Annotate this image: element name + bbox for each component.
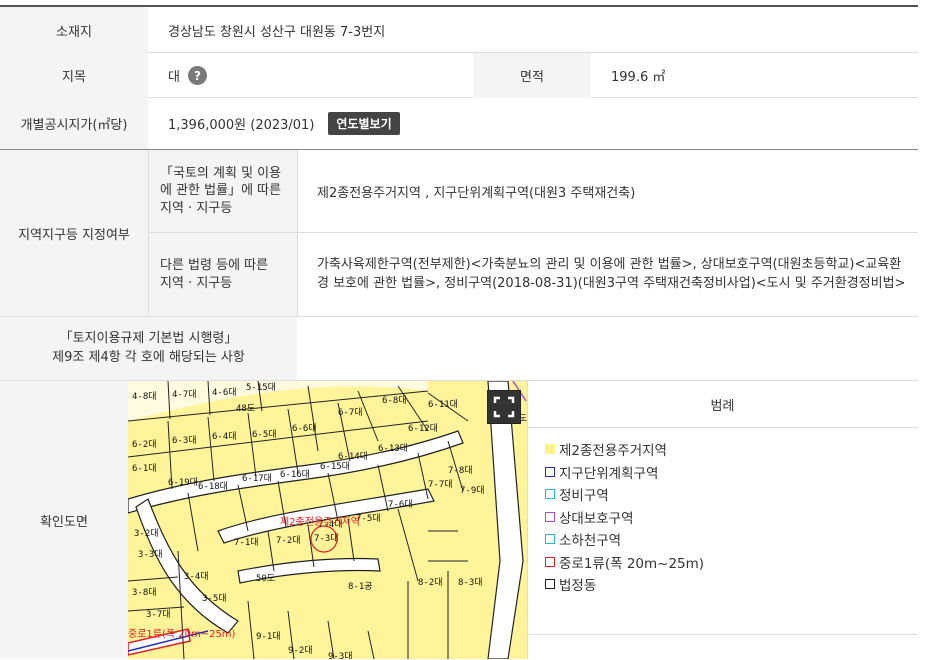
- yearly-view-button[interactable]: 연도별보기: [328, 112, 400, 135]
- zoning-col-divider: [148, 150, 149, 316]
- location-value: 경상남도 창원시 성산구 대원동 7-3번지: [168, 24, 386, 40]
- svg-text:6-3대: 6-3대: [172, 435, 197, 446]
- svg-text:9-3대: 9-3대: [328, 651, 353, 659]
- legend-item-label: 정비구역: [559, 488, 609, 505]
- svg-text:6-7대: 6-7대: [338, 407, 363, 418]
- svg-text:7-3대: 7-3대: [314, 533, 339, 544]
- svg-text:4-6대: 4-6대: [212, 387, 237, 398]
- svg-text:8-3대: 8-3대: [458, 577, 483, 588]
- svg-text:6-11대: 6-11대: [428, 399, 458, 410]
- legend-item-label: 소하천구역: [559, 533, 622, 550]
- legend-item: 소하천구역: [545, 528, 704, 551]
- svg-text:7-8대: 7-8대: [448, 465, 473, 476]
- legend-swatch: [545, 579, 555, 590]
- zoning-other-law-value: 가축사육제한구역(전부제한)<가축분뇨의 관리 및 이용에 관한 법률>, 상대…: [317, 256, 906, 291]
- svg-text:50도: 50도: [256, 574, 275, 584]
- svg-text:중로1류(폭 20m~25m): 중로1류(폭 20m~25m): [128, 628, 236, 640]
- svg-text:7-6대: 7-6대: [388, 499, 413, 510]
- official-price-value: 1,396,000원 (2023/01): [168, 118, 315, 133]
- land-category-value: 대: [168, 70, 180, 85]
- area-label: 면적: [473, 53, 591, 98]
- zoning-other-law-label: 다른 법령 등에 따른 지역 · 지구등: [148, 233, 297, 316]
- land-category-cell: 대 ?: [148, 53, 473, 98]
- svg-text:8-2대: 8-2대: [418, 577, 443, 588]
- legend-list: 제2종전용주거지역 지구단위계획구역 정비구역 상대보호구역 소하천구역 중로1…: [545, 438, 704, 596]
- svg-text:6-2대: 6-2대: [132, 439, 157, 450]
- svg-text:6-6대: 6-6대: [292, 423, 317, 434]
- svg-text:6-18대: 6-18대: [198, 481, 228, 492]
- map-bottom-toolbar: [527, 634, 918, 660]
- cadastral-map-svg: 4-8대 4-7대 4-6대 5-15대 48도 6-7대 6-8대 6-11대 6-2대…: [128, 381, 527, 659]
- svg-text:5-15대: 5-15대: [246, 382, 276, 393]
- svg-text:6-14대: 6-14대: [338, 451, 368, 462]
- svg-text:4-8대: 4-8대: [132, 391, 157, 402]
- svg-text:6-5대: 6-5대: [252, 429, 277, 440]
- cadastral-map[interactable]: 4-8대 4-7대 4-6대 5-15대 48도 6-7대 6-8대 6-11대 6-2대…: [128, 381, 527, 659]
- map-label: 확인도면: [0, 381, 128, 659]
- legend-item-label: 제2종전용주거지역: [559, 443, 667, 460]
- legend-swatch: [545, 466, 555, 477]
- svg-text:9-1대: 9-1대: [256, 631, 281, 642]
- official-price-label: 개별공시지가(㎡당): [0, 98, 148, 149]
- official-price-cell: 1,396,000원 (2023/01) 연도별보기: [148, 98, 918, 149]
- legend-item: 상대보호구역: [545, 506, 704, 529]
- svg-text:6-17대: 6-17대: [242, 473, 272, 484]
- legend-swatch: [545, 534, 555, 545]
- svg-text:6-19대: 6-19대: [168, 477, 198, 488]
- location-label: 소재지: [0, 7, 148, 53]
- land-category-label: 지목: [0, 53, 148, 98]
- svg-text:3-5대: 3-5대: [202, 593, 227, 604]
- legend-swatch: [545, 556, 555, 567]
- svg-text:4-7대: 4-7대: [172, 389, 197, 400]
- svg-text:3-3대: 3-3대: [138, 549, 163, 560]
- svg-text:7-9대: 7-9대: [460, 485, 485, 496]
- svg-text:48도: 48도: [236, 404, 255, 414]
- svg-text:6-8대: 6-8대: [382, 395, 407, 406]
- legend-item-label: 상대보호구역: [559, 510, 634, 527]
- zoning-label: 지역지구등 지정여부: [0, 150, 148, 316]
- regulation-label: 「토지이용규제 기본법 시행령」 제9조 제4항 각 호에 해당되는 사항: [0, 317, 297, 380]
- svg-text:3-7대: 3-7대: [146, 609, 171, 620]
- fullscreen-icon: [493, 396, 515, 418]
- svg-text:6-15대: 6-15대: [320, 461, 350, 472]
- question-icon[interactable]: ?: [187, 66, 207, 85]
- zoning-national-law-value: 제2종전용주거지역 , 지구단위계획구역(대원3 주택재건축): [317, 185, 636, 201]
- zoning-col-divider-2: [297, 150, 298, 316]
- svg-text:3-4대: 3-4대: [184, 571, 209, 582]
- svg-text:6-4대: 6-4대: [212, 431, 237, 442]
- svg-text:6-12대: 6-12대: [408, 423, 438, 434]
- legend-item: 중로1류(폭 20m~25m): [545, 551, 704, 574]
- area-value: 199.6 ㎡: [611, 70, 666, 85]
- svg-text:제2종전용주거지역: 제2종전용주거지역: [280, 516, 360, 528]
- svg-text:3-2대: 3-2대: [134, 528, 159, 539]
- svg-text:7-2대: 7-2대: [276, 535, 301, 546]
- legend-swatch: [545, 444, 555, 455]
- legend-item-label: 지구단위계획구역: [559, 465, 659, 482]
- legend-item: 법정동: [545, 573, 704, 596]
- regulation-value: [297, 317, 918, 380]
- svg-text:6-13대: 6-13대: [378, 443, 408, 454]
- zoning-national-law-label: 「국토의 계획 및 이용 에 관한 법률」에 따른 지역 · 지구등: [148, 150, 297, 232]
- svg-text:6-1대: 6-1대: [132, 463, 157, 474]
- land-use-plan-table: 소재지 경상남도 창원시 성산구 대원동 7-3번지 지목 대 ? 면적 199…: [0, 0, 936, 659]
- legend-swatch: [545, 489, 555, 500]
- legend-item: 정비구역: [545, 483, 704, 506]
- svg-text:3-8대: 3-8대: [132, 587, 157, 598]
- legend-item: 제2종전용주거지역: [545, 438, 704, 461]
- legend-item: 지구단위계획구역: [545, 461, 704, 484]
- svg-text:7-1대: 7-1대: [234, 537, 259, 548]
- svg-text:7-7대: 7-7대: [428, 479, 453, 490]
- legend-item-label: 법정동: [559, 578, 597, 595]
- legend-swatch: [545, 511, 555, 522]
- legend-title: 범례: [527, 381, 918, 428]
- svg-text:8-1공: 8-1공: [348, 581, 373, 592]
- svg-text:6-16대: 6-16대: [280, 469, 310, 480]
- fullscreen-button[interactable]: [487, 390, 521, 424]
- legend-item-label: 중로1류(폭 20m~25m): [559, 555, 705, 572]
- svg-text:9-2대: 9-2대: [288, 645, 313, 656]
